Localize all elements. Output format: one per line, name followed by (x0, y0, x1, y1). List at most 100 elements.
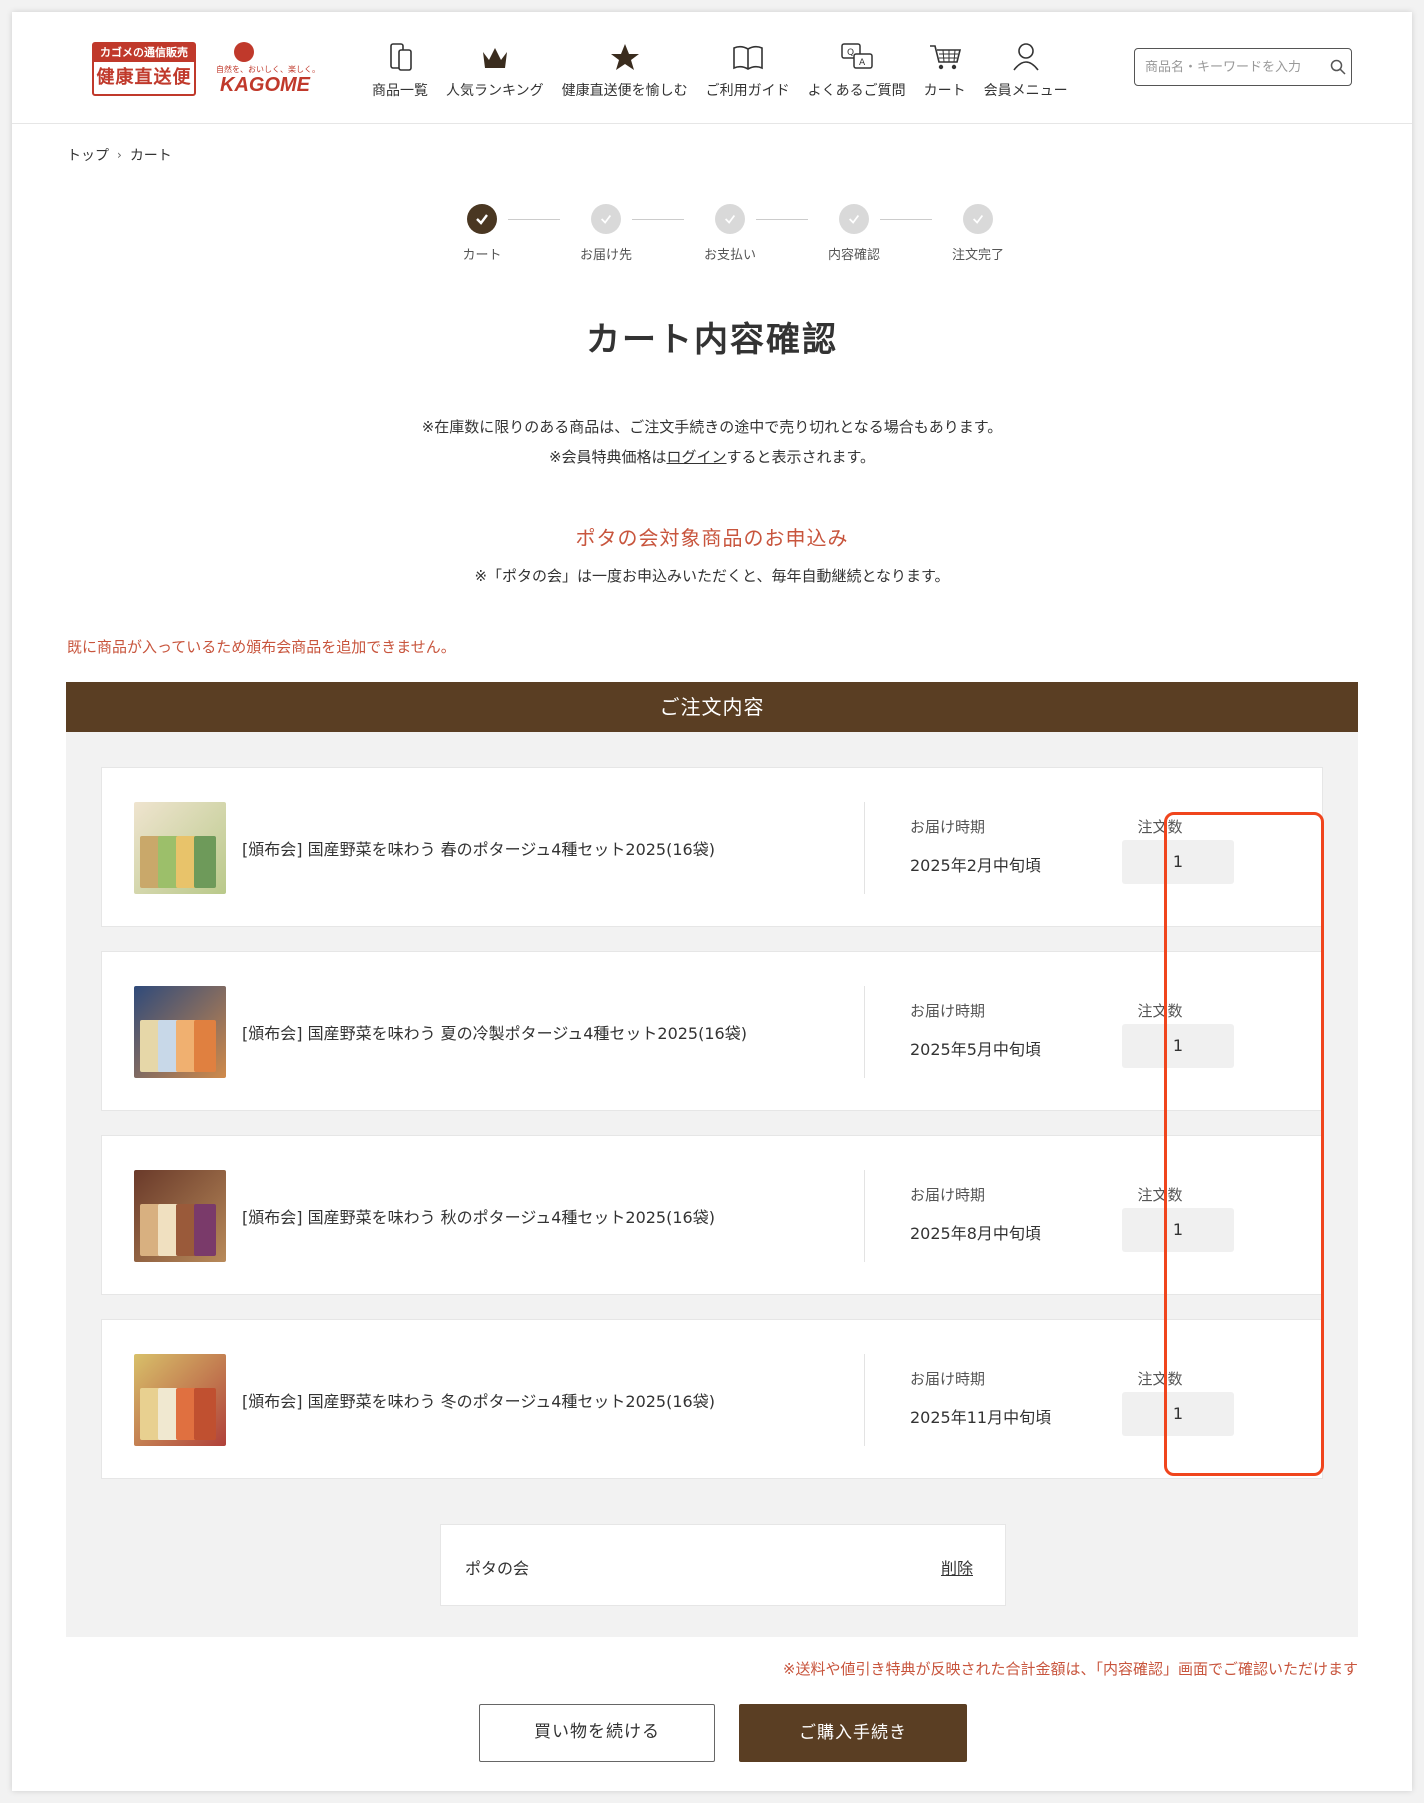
quantity-label: 注文数 (1137, 1370, 1183, 1388)
nav-label: ご利用ガイド (705, 83, 790, 99)
product-name[interactable]: [頒布会] 国産野菜を味わう 春のポタージュ4種セット2025(16袋) (242, 836, 715, 860)
nav-item-member[interactable]: 会員メニュー (984, 40, 1068, 110)
delivery-date: 2025年8月中旬頃 (910, 1224, 1041, 1243)
cart-item: [頒布会] 国産野菜を味わう 夏の冷製ポタージュ4種セット2025(16袋) お… (101, 951, 1323, 1111)
nav-label: 人気ランキング (446, 83, 544, 99)
tomato-icon (234, 42, 254, 62)
quantity-label: 注文数 (1137, 1002, 1183, 1020)
search-icon[interactable] (1329, 58, 1347, 76)
chevron-right-icon: › (117, 148, 122, 162)
nav-label: 商品一覧 (372, 83, 428, 99)
delivery-date: 2025年11月中旬頃 (910, 1408, 1052, 1427)
svg-text:Q: Q (847, 48, 854, 58)
nav-item-products[interactable]: 商品一覧 (372, 40, 428, 110)
product-name[interactable]: [頒布会] 国産野菜を味わう 秋のポタージュ4種セット2025(16袋) (242, 1204, 715, 1228)
quantity-value: 1 (1122, 840, 1234, 884)
checkout-steps: カート お届け先 お支払い 内容確認 注文完了 (442, 204, 1004, 274)
step-connector (508, 219, 560, 220)
nav-item-faq[interactable]: QA よくあるご質問 (808, 40, 906, 110)
cart-item: [頒布会] 国産野菜を味わう 秋のポタージュ4種セット2025(16袋) お届け… (101, 1135, 1323, 1295)
qa-icon: QA (840, 43, 873, 69)
product-image (134, 1354, 226, 1446)
delete-link[interactable]: 削除 (941, 1555, 973, 1579)
step-connector (880, 219, 932, 220)
step-confirm: 内容確認 (814, 204, 894, 263)
breadcrumb-home[interactable]: トップ (67, 145, 109, 165)
product-list-icon (390, 43, 412, 71)
checkout-button[interactable]: ご購入手続き (739, 1704, 967, 1762)
divider (864, 986, 865, 1078)
product-image (134, 1170, 226, 1262)
nav-label: よくあるご質問 (807, 83, 906, 99)
login-link[interactable]: ログイン (667, 448, 727, 466)
cart-item: [頒布会] 国産野菜を味わう 春のポタージュ4種セット2025(16袋) お届け… (101, 767, 1323, 927)
search-box (1134, 48, 1352, 86)
site-header: カゴメの通信販売 健康直送便 自然を、おいしく、楽しく。 KAGOME 商品一覧… (12, 12, 1412, 124)
delivery-date: 2025年2月中旬頃 (910, 856, 1041, 875)
step-complete: 注文完了 (938, 204, 1018, 263)
step-payment: お支払い (690, 204, 770, 263)
nav-label: 会員メニュー (983, 83, 1068, 99)
nav-item-cart[interactable]: カート (924, 40, 966, 110)
product-image (134, 986, 226, 1078)
club-notice: ※「ポタの会」は一度お申込みいただくと、毎年自動継続となります。 (474, 567, 950, 585)
step-label: 注文完了 (951, 248, 1004, 263)
step-connector (756, 219, 808, 220)
shipping-note: ※送料や値引き特典が反映された合計金額は、「内容確認」画面でご確認いただけます (782, 1660, 1358, 1678)
nav-label: カート (923, 83, 966, 99)
product-name[interactable]: [頒布会] 国産野菜を味わう 夏の冷製ポタージュ4種セット2025(16袋) (242, 1020, 747, 1044)
quantity-value: 1 (1122, 1392, 1234, 1436)
login-notice: ※会員特典価格はログインすると表示されます。 (12, 446, 1412, 467)
product-image (134, 802, 226, 894)
delivery-label: お届け時期 (910, 1186, 986, 1204)
delivery-label: お届け時期 (910, 1370, 986, 1388)
divider (864, 802, 865, 894)
nav-item-enjoy[interactable]: 健康直送便を愉しむ (562, 40, 688, 110)
club-name: ポタの会 (465, 1559, 530, 1578)
divider (864, 1354, 865, 1446)
kagome-logo[interactable]: 自然を、おいしく、楽しく。 KAGOME (210, 40, 320, 98)
quantity-label: 注文数 (1137, 1186, 1183, 1204)
svg-text:A: A (859, 58, 866, 68)
step-cart: カート (442, 204, 522, 263)
step-label: お届け先 (579, 248, 632, 263)
crown-icon (482, 48, 507, 68)
delivery-label: お届け時期 (910, 818, 986, 836)
check-icon (591, 204, 621, 234)
club-row: ポタの会 削除 (440, 1524, 1006, 1606)
check-icon (715, 204, 745, 234)
nav-item-guide[interactable]: ご利用ガイド (706, 40, 790, 110)
nav-label: 健康直送便を愉しむ (561, 83, 688, 99)
quantity-value: 1 (1122, 1208, 1234, 1252)
breadcrumb-current: カート (129, 148, 172, 164)
quantity-label: 注文数 (1137, 818, 1183, 836)
stock-notice: ※在庫数に限りのある商品は、ご注文手続きの途中で売り切れとなる場合もあります。 (421, 418, 1003, 436)
step-address: お届け先 (566, 204, 646, 263)
step-label: お支払い (703, 248, 756, 263)
user-icon (1012, 43, 1039, 71)
logo-top-text: カゴメの通信販売 (94, 44, 194, 62)
search-input[interactable] (1145, 59, 1325, 75)
check-icon (839, 204, 869, 234)
product-name[interactable]: [頒布会] 国産野菜を味わう 冬のポタージュ4種セット2025(16袋) (242, 1388, 715, 1412)
login-notice-suffix: すると表示されます。 (726, 448, 876, 466)
breadcrumb: トップ › カート (67, 145, 172, 165)
star-icon (610, 44, 639, 70)
delivery-label: お届け時期 (910, 1002, 986, 1020)
cart-item: [頒布会] 国産野菜を味わう 冬のポタージュ4種セット2025(16袋) お届け… (101, 1319, 1323, 1479)
divider (864, 1170, 865, 1262)
book-icon (732, 45, 763, 70)
page-frame: カゴメの通信販売 健康直送便 自然を、おいしく、楽しく。 KAGOME 商品一覧… (12, 12, 1412, 1791)
continue-shopping-button[interactable]: 買い物を続ける (479, 1704, 715, 1762)
order-header: ご注文内容 (66, 682, 1358, 732)
delivery-date: 2025年5月中旬頃 (910, 1040, 1041, 1059)
nav-item-ranking[interactable]: 人気ランキング (446, 40, 544, 110)
login-notice-prefix: ※会員特典価格は (548, 448, 667, 466)
check-icon (963, 204, 993, 234)
page-title: カート内容確認 (586, 320, 838, 360)
check-icon (467, 204, 497, 234)
site-logo[interactable]: カゴメの通信販売 健康直送便 (92, 42, 196, 96)
quantity-value: 1 (1122, 1024, 1234, 1068)
kagome-wordmark: KAGOME (220, 74, 310, 96)
error-message: 既に商品が入っているため頒布会商品を追加できません。 (67, 638, 456, 656)
